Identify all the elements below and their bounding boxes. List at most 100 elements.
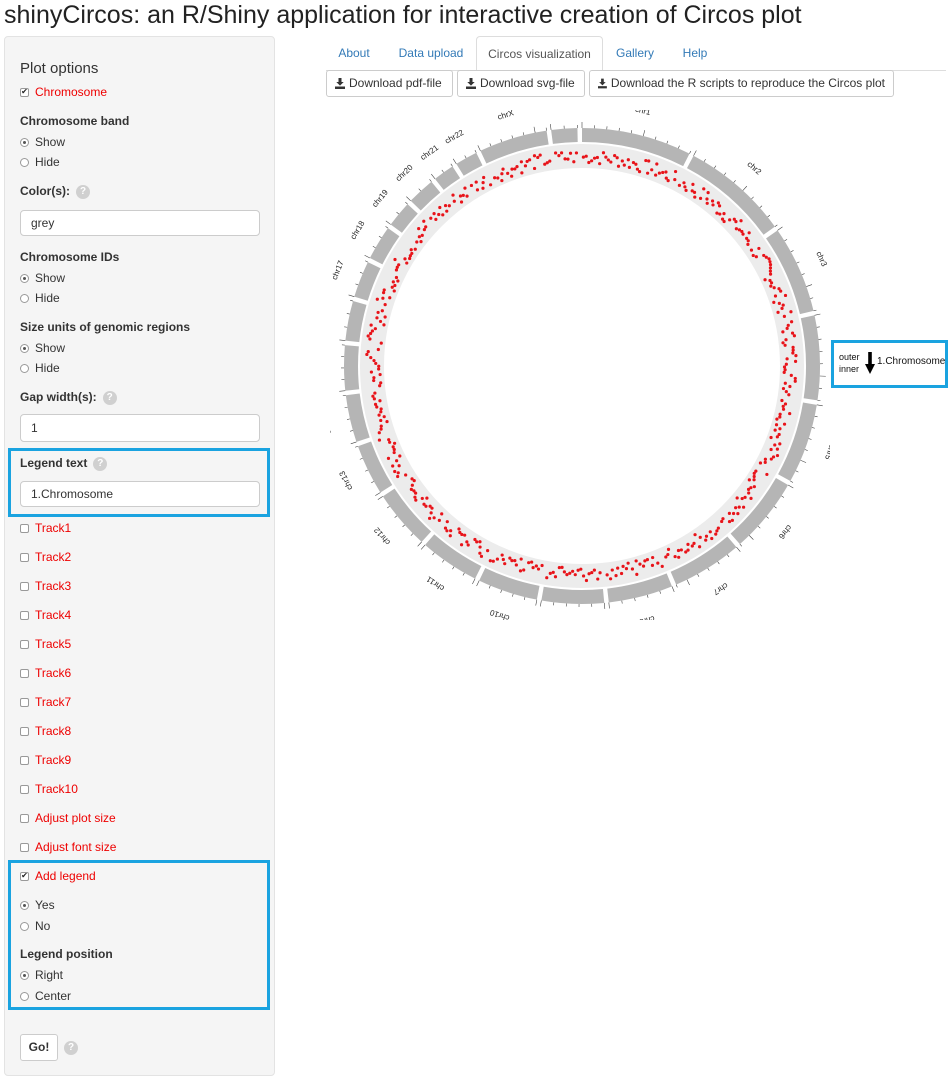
band-show-radio[interactable]: Show — [20, 135, 65, 149]
checkbox-icon[interactable] — [20, 784, 29, 794]
go-button[interactable]: Go! — [20, 1034, 58, 1061]
data-point — [372, 376, 376, 380]
data-point — [553, 575, 558, 579]
units-show-radio[interactable]: Show — [20, 341, 65, 355]
units-hide-radio[interactable]: Hide — [20, 361, 60, 375]
radio-icon[interactable] — [20, 363, 29, 373]
radio-icon[interactable] — [20, 157, 29, 167]
data-point — [394, 268, 399, 272]
checkbox-icon[interactable] — [20, 842, 29, 852]
data-point — [513, 559, 517, 563]
axis-tick — [349, 430, 353, 432]
track-checkbox[interactable]: Track9 — [20, 753, 71, 767]
data-point — [366, 334, 370, 338]
data-point — [397, 263, 401, 267]
track-checkbox[interactable]: Track8 — [20, 724, 71, 738]
tab-about[interactable]: About — [326, 36, 382, 70]
axis-tick — [703, 158, 706, 162]
axis-tick — [462, 572, 465, 576]
checkbox-icon[interactable] — [20, 697, 29, 707]
checkbox-icon[interactable] — [20, 639, 29, 649]
data-point — [751, 253, 755, 258]
download-r-scripts-button[interactable]: Download the R scripts to reproduce the … — [589, 70, 894, 97]
checkbox-icon[interactable] — [20, 610, 29, 620]
download-svg-button[interactable]: Download svg-file — [457, 70, 585, 97]
tab-help[interactable]: Help — [669, 36, 721, 70]
data-point — [682, 181, 686, 185]
checkbox-icon[interactable] — [20, 523, 29, 533]
checkbox-icon[interactable] — [20, 755, 29, 765]
data-point — [711, 203, 715, 207]
track-checkbox[interactable]: Track4 — [20, 608, 71, 622]
data-point — [452, 199, 456, 203]
band-hide-radio[interactable]: Hide — [20, 155, 60, 169]
data-point — [565, 572, 569, 577]
radio-selected-icon[interactable] — [20, 970, 29, 980]
axis-tick — [385, 220, 391, 225]
data-point — [679, 548, 683, 552]
data-point — [584, 154, 588, 158]
gap-width-input[interactable]: 1 — [20, 414, 260, 442]
data-point — [382, 415, 386, 419]
help-icon[interactable]: ? — [76, 184, 90, 199]
radio-selected-icon[interactable] — [20, 343, 29, 353]
radio-icon[interactable] — [20, 293, 29, 303]
axis-tick — [742, 185, 748, 191]
checkbox-icon[interactable] — [20, 726, 29, 736]
legend-yes-radio[interactable]: Yes — [20, 898, 55, 912]
data-point — [491, 559, 495, 563]
track-checkbox[interactable]: Track10 — [20, 782, 78, 796]
track-checkbox[interactable]: Track1 — [20, 521, 71, 535]
track-checkbox[interactable]: Track3 — [20, 579, 71, 593]
position-center-radio[interactable]: Center — [20, 989, 71, 1003]
chromosome-checkbox[interactable]: ✔ Chromosome — [20, 85, 107, 99]
radio-selected-icon[interactable] — [20, 900, 29, 910]
help-icon[interactable]: ? — [102, 390, 117, 405]
data-point — [420, 496, 424, 501]
checkbox-icon[interactable] — [20, 581, 29, 591]
track-checkbox[interactable]: Track2 — [20, 550, 71, 564]
radio-icon[interactable] — [20, 921, 29, 931]
tab-gallery[interactable]: Gallery — [607, 36, 663, 70]
data-point — [773, 294, 778, 298]
add-legend-checkbox[interactable]: ✔ Add legend — [20, 869, 96, 883]
data-point — [379, 407, 383, 411]
data-point — [391, 445, 395, 449]
position-right-radio[interactable]: Right — [20, 968, 63, 982]
data-point — [608, 577, 613, 581]
chromosome-label: chrX — [496, 110, 515, 122]
axis-tick — [608, 602, 610, 609]
help-icon[interactable]: ? — [64, 1041, 78, 1055]
checkbox-checked-icon[interactable]: ✔ — [20, 87, 29, 97]
adjust-plot-size-checkbox[interactable]: Adjust plot size — [20, 811, 116, 825]
colors-input[interactable]: grey — [20, 210, 260, 236]
radio-selected-icon[interactable] — [20, 273, 29, 283]
tab-data-upload[interactable]: Data upload — [388, 36, 474, 70]
adjust-font-size-checkbox[interactable]: Adjust font size — [20, 840, 116, 854]
legend-no-radio[interactable]: No — [20, 919, 50, 933]
axis-tick — [359, 457, 363, 460]
track-checkbox[interactable]: Track5 — [20, 637, 71, 651]
data-point — [424, 225, 428, 229]
data-point — [368, 337, 372, 341]
tab-circos-visualization[interactable]: Circos visualization — [476, 36, 603, 71]
legend-text-input[interactable]: 1.Chromosome — [20, 481, 260, 507]
track-checkbox[interactable]: Track6 — [20, 666, 71, 680]
help-icon[interactable]: ? — [93, 456, 108, 471]
radio-selected-icon[interactable] — [20, 137, 29, 147]
checkbox-checked-icon[interactable]: ✔ — [20, 871, 29, 881]
ids-hide-radio[interactable]: Hide — [20, 291, 60, 305]
axis-tick — [630, 130, 633, 134]
checkbox-icon[interactable] — [20, 668, 29, 678]
data-point — [375, 297, 379, 301]
data-point — [380, 309, 384, 313]
track-checkbox[interactable]: Track7 — [20, 695, 71, 709]
ids-show-radio[interactable]: Show — [20, 271, 65, 285]
data-point — [789, 373, 793, 377]
data-point — [792, 334, 797, 338]
checkbox-icon[interactable] — [20, 813, 29, 823]
checkbox-icon[interactable] — [20, 552, 29, 562]
download-pdf-button[interactable]: Download pdf-file — [326, 70, 453, 97]
axis-tick — [759, 205, 763, 208]
radio-icon[interactable] — [20, 991, 29, 1001]
